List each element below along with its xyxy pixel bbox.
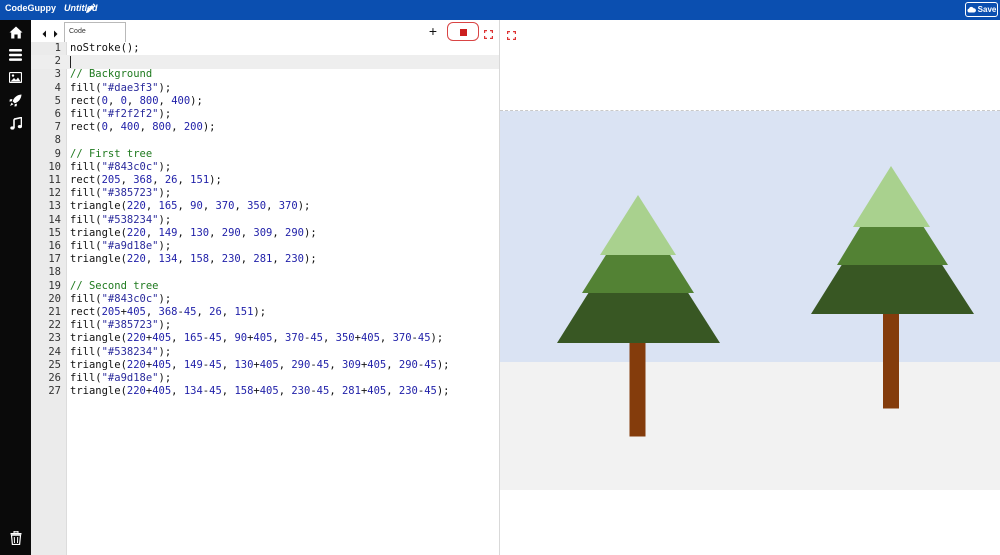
code-line[interactable]: triangle(220, 134, 158, 230, 281, 230); (70, 253, 317, 266)
code-line[interactable]: fill("#a9d18e"); (70, 372, 171, 385)
music-icon[interactable] (8, 116, 23, 131)
pencil-icon[interactable] (84, 2, 96, 16)
code-line[interactable]: rect(0, 400, 800, 200); (70, 121, 215, 134)
sidebar (0, 20, 31, 555)
code-line[interactable]: fill("#385723"); (70, 187, 171, 200)
save-label: Save (977, 5, 997, 14)
line-number: 8 (54, 134, 61, 147)
line-number: 19 (48, 279, 61, 292)
code-line[interactable]: fill("#f2f2f2"); (70, 108, 171, 121)
output-canvas[interactable] (500, 110, 1000, 490)
line-number: 27 (48, 385, 61, 398)
image-icon[interactable] (8, 70, 23, 85)
tree-1-trunk (629, 342, 646, 437)
code-line[interactable]: fill("#a9d18e"); (70, 240, 171, 253)
line-number: 6 (54, 108, 61, 120)
line-number: 15 (48, 226, 61, 239)
text-cursor (70, 56, 71, 68)
line-number: 9 (54, 147, 61, 160)
code-line[interactable]: triangle(220, 165, 90, 370, 350, 370); (70, 200, 310, 213)
tree-2-trunk (883, 314, 899, 409)
add-file-button[interactable]: + (427, 24, 439, 38)
code-line[interactable]: triangle(220+405, 165-45, 90+405, 370-45… (70, 332, 443, 345)
line-number: 3 (54, 68, 61, 81)
code-line[interactable]: // Second tree (70, 280, 159, 293)
ground (500, 362, 1000, 490)
line-number: 1 (54, 42, 61, 54)
chevron-left-icon[interactable] (42, 30, 47, 38)
save-button[interactable]: Save (965, 2, 998, 17)
line-number: 22 (48, 319, 61, 332)
tab-code[interactable]: Code (64, 22, 126, 42)
line-number: 14 (48, 213, 61, 226)
code-line[interactable]: fill("#843c0c"); (70, 161, 171, 174)
canvas-fullscreen-icon[interactable] (507, 27, 516, 40)
line-number: 11 (48, 174, 61, 186)
chevron-right-icon[interactable] (54, 30, 58, 38)
line-number: 26 (48, 372, 61, 384)
code-line[interactable]: rect(205+405, 368-45, 26, 151); (70, 306, 266, 319)
code-line[interactable]: // First tree (70, 148, 152, 161)
line-number: 12 (48, 187, 61, 200)
app-brand[interactable]: CodeGuppy (5, 3, 56, 13)
line-number: 24 (48, 345, 61, 358)
line-number: 16 (48, 240, 61, 252)
code-line[interactable]: fill("#538234"); (70, 346, 171, 359)
stop-icon (460, 29, 467, 36)
code-line[interactable]: fill("#538234"); (70, 214, 171, 227)
stop-button[interactable] (447, 22, 479, 41)
line-number: 7 (54, 121, 61, 134)
menu-icon[interactable] (8, 47, 23, 62)
line-number: 13 (48, 200, 61, 213)
code-line[interactable]: triangle(220+405, 134-45, 158+405, 230-4… (70, 385, 450, 398)
code-line[interactable]: rect(205, 368, 26, 151); (70, 174, 222, 187)
code-line[interactable]: // Background (70, 68, 152, 81)
rocket-icon[interactable] (8, 93, 23, 108)
line-number: 5 (54, 94, 61, 107)
line-number: 21 (48, 306, 61, 318)
code-line[interactable]: fill("#385723"); (70, 319, 171, 332)
code-line[interactable]: noStroke(); (70, 42, 140, 55)
line-number: 4 (54, 81, 61, 94)
code-line[interactable]: rect(0, 0, 800, 400); (70, 95, 203, 108)
line-number: 23 (48, 332, 61, 345)
line-number: 20 (48, 292, 61, 305)
cloud-icon (967, 6, 976, 13)
editor-header: Code + (31, 20, 500, 42)
line-number: 25 (48, 358, 61, 371)
code-line[interactable]: fill("#843c0c"); (70, 293, 171, 306)
line-number: 2 (54, 55, 61, 68)
top-bar: CodeGuppy Untitled Save (0, 0, 1000, 20)
code-line[interactable]: fill("#dae3f3"); (70, 82, 171, 95)
active-line-highlight (31, 55, 499, 69)
line-number: 17 (48, 253, 61, 266)
fullscreen-icon[interactable] (484, 26, 493, 39)
code-line[interactable]: triangle(220, 149, 130, 290, 309, 290); (70, 227, 317, 240)
home-icon[interactable] (8, 25, 23, 40)
code-line[interactable]: triangle(220+405, 149-45, 130+405, 290-4… (70, 359, 450, 372)
line-number: 18 (48, 266, 61, 279)
trash-icon[interactable] (8, 530, 23, 545)
tab-nav-arrows[interactable] (41, 26, 59, 38)
line-number: 10 (48, 160, 61, 173)
